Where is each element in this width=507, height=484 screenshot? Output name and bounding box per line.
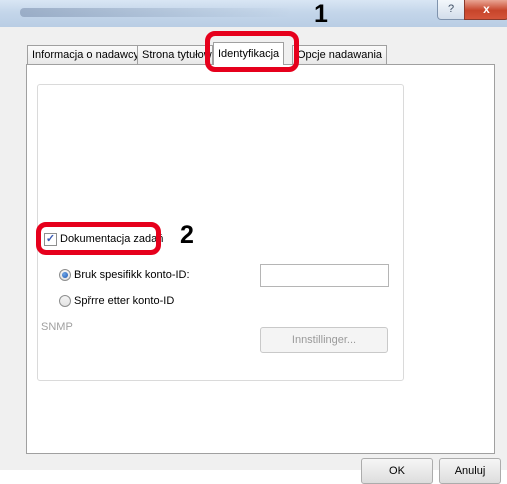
account-id-input[interactable] [260,264,389,287]
cancel-button[interactable]: Anuluj [439,458,501,484]
step2-callout-number: 2 [180,221,194,249]
tab-send-options[interactable]: Opcje nadawania [292,45,388,64]
use-specific-account-radio[interactable] [59,269,71,281]
title-bar: ? x [0,0,507,28]
help-button[interactable]: ? [437,0,465,20]
tab-panel [26,64,495,454]
close-button[interactable]: x [464,0,507,20]
step1-callout-number: 1 [314,0,328,28]
use-specific-account-label: Bruk spesifikk konto-ID: [74,269,190,281]
tab-cover-page[interactable]: Strona tytułowa [137,45,213,64]
snmp-label: SNMP [41,321,73,333]
step2-highlight-frame [36,222,161,255]
window-title [20,8,290,17]
radio-selected-dot-icon [62,272,68,278]
step1-highlight-frame [205,31,299,72]
ok-button[interactable]: OK [361,458,433,484]
prompt-account-radio[interactable] [59,295,71,307]
tab-sender-info[interactable]: Informacja o nadawcy [27,45,144,64]
snmp-settings-button[interactable]: Innstillinger... [260,327,388,353]
prompt-account-label: Spřrre etter konto-ID [74,295,175,307]
